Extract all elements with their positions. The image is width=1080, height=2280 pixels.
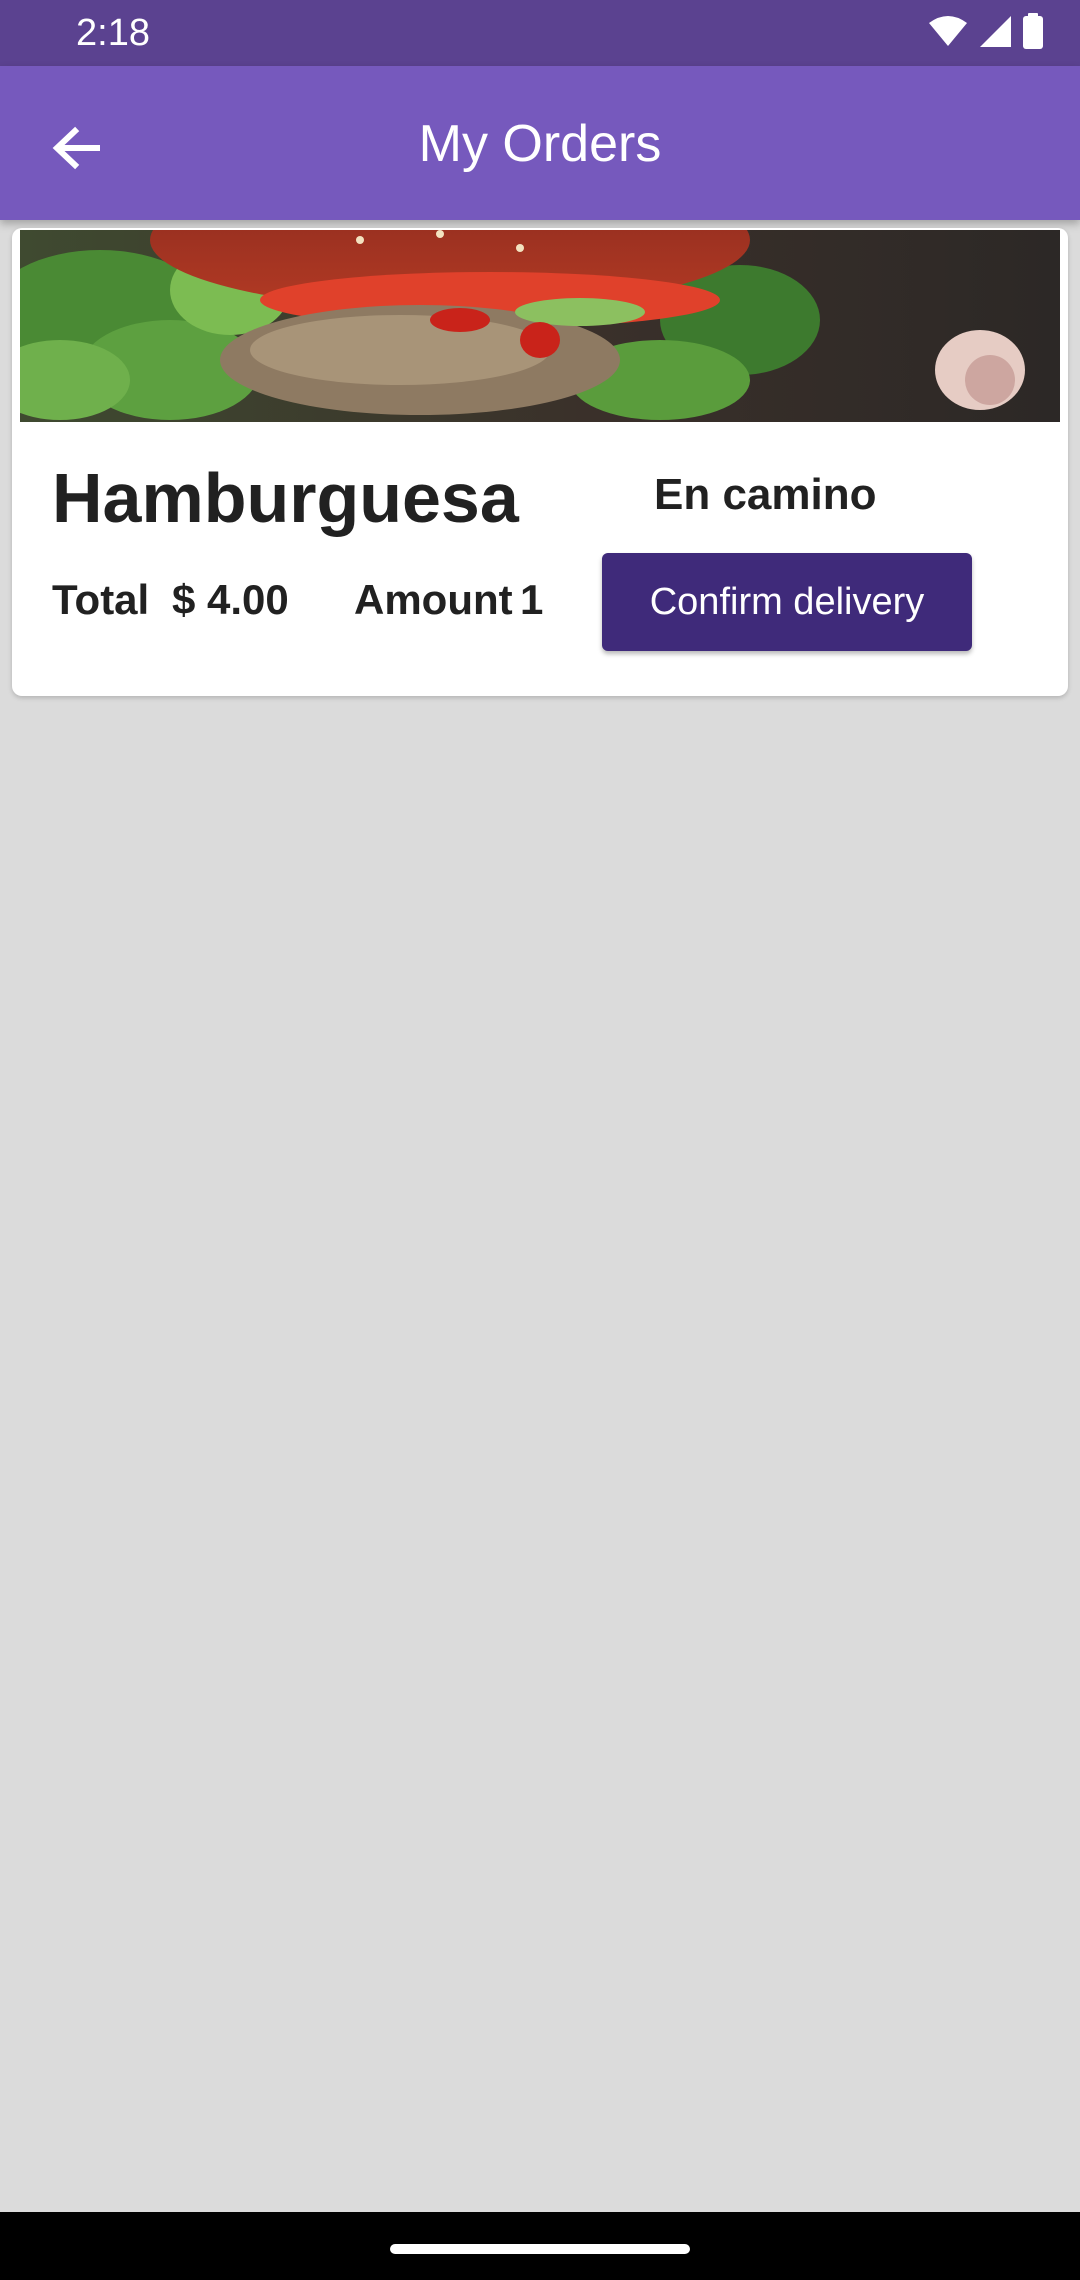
order-card[interactable]: Hamburguesa En camino Total $ 4.00 Amoun… — [12, 228, 1068, 696]
order-status: En camino — [654, 470, 877, 519]
app-bar: My Orders — [0, 66, 1080, 220]
total-value: $ 4.00 — [172, 576, 289, 623]
battery-icon — [1022, 12, 1044, 54]
confirm-delivery-button[interactable]: Confirm delivery — [602, 553, 972, 651]
order-name: Hamburguesa — [52, 459, 519, 537]
order-image — [20, 230, 1060, 422]
total-label: Total — [52, 576, 150, 623]
status-icons — [928, 12, 1044, 54]
status-time: 2:18 — [76, 12, 150, 54]
status-bar: 2:18 — [0, 0, 1080, 66]
home-indicator[interactable] — [390, 2244, 690, 2254]
navigation-bar — [0, 2212, 1080, 2280]
page-title: My Orders — [418, 115, 662, 173]
wifi-icon — [928, 15, 968, 52]
amount-value: 1 — [520, 576, 544, 623]
amount-label: Amount — [354, 576, 513, 623]
cell-signal-icon — [978, 14, 1012, 53]
